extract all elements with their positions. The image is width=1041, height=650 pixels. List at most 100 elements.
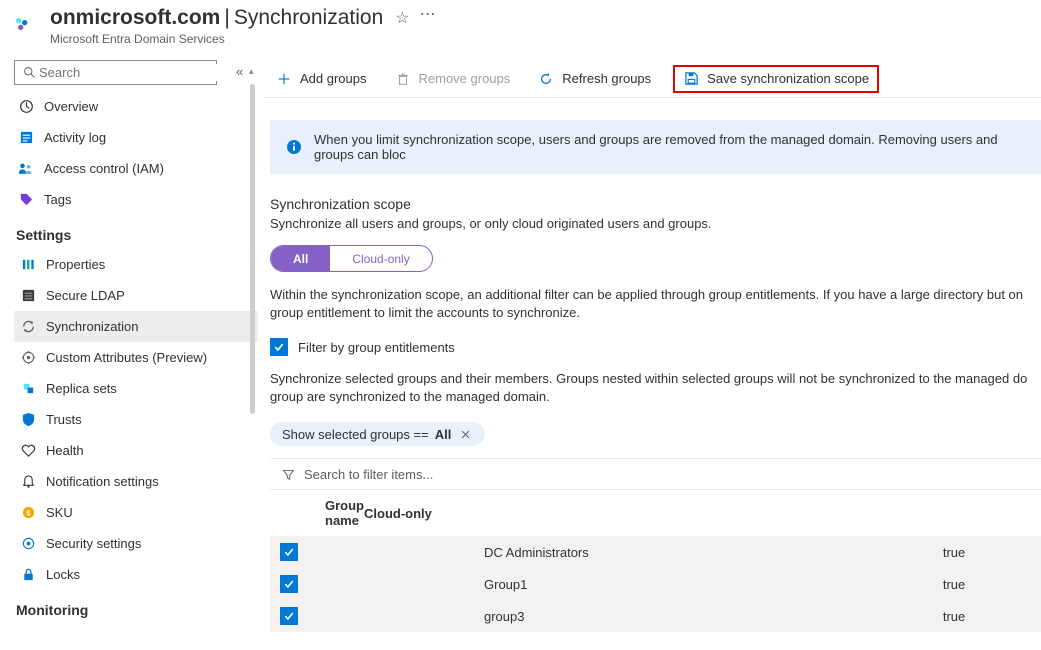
entra-logo-icon (14, 16, 30, 32)
table-filter-placeholder: Search to filter items... (304, 467, 433, 482)
sidebar-heading-monitoring: Monitoring (14, 590, 258, 624)
toolbar-label: Save synchronization scope (707, 71, 869, 86)
trash-icon (395, 71, 411, 87)
activity-log-icon (18, 130, 34, 146)
remove-groups-button: Remove groups (389, 67, 517, 91)
service-subtitle: Microsoft Entra Domain Services (50, 32, 1041, 46)
sidebar-item-tags[interactable]: Tags (14, 184, 258, 215)
scope-toggle-cloud-only[interactable]: Cloud-only (330, 246, 431, 271)
replica-sets-icon (20, 381, 36, 397)
sidebar-item-security-settings[interactable]: Security settings (14, 528, 258, 559)
checkmark-icon (273, 341, 285, 353)
save-sync-scope-button[interactable]: Save synchronization scope (673, 65, 879, 93)
sidebar-label: Custom Attributes (Preview) (46, 350, 207, 365)
checkmark-icon (283, 578, 295, 590)
refresh-icon (538, 71, 554, 87)
sidebar-label: Overview (44, 99, 98, 114)
lock-icon (20, 567, 36, 583)
search-icon (21, 65, 37, 81)
sidebar-item-trusts[interactable]: Trusts (14, 404, 258, 435)
sidebar-label: Secure LDAP (46, 288, 125, 303)
sidebar-heading-settings: Settings (14, 215, 258, 249)
col-header-cloud-only[interactable]: Cloud-only (364, 490, 484, 536)
refresh-groups-button[interactable]: Refresh groups (532, 67, 657, 91)
sidebar-label: Health (46, 443, 84, 458)
table-filter-input[interactable]: Search to filter items... (270, 458, 1041, 490)
checkmark-icon (283, 610, 295, 622)
col-header-group-name[interactable]: Group name (270, 490, 364, 536)
row-checkbox[interactable] (280, 575, 298, 593)
sidebar-item-notification-settings[interactable]: Notification settings (14, 466, 258, 497)
sidebar-item-synchronization[interactable]: Synchronization (14, 311, 258, 342)
sidebar-item-health[interactable]: Health (14, 435, 258, 466)
scope-desc: Synchronize all users and groups, or onl… (270, 216, 1041, 231)
sidebar-item-secure-ldap[interactable]: Secure LDAP (14, 280, 258, 311)
sidebar-label: Security settings (46, 536, 141, 551)
table-row[interactable]: group3true (270, 600, 1041, 632)
page-title-domain: onmicrosoft.com (50, 6, 220, 30)
favorite-star-icon[interactable]: ☆ (395, 8, 409, 28)
sidebar-label: Trusts (46, 412, 82, 427)
cell-group-name: Group1 (484, 568, 943, 600)
custom-attributes-icon (20, 350, 36, 366)
toolbar-label: Refresh groups (562, 71, 651, 86)
scrollbar-up-arrow[interactable]: ▴ (249, 66, 254, 77)
sidebar-label: Activity log (44, 130, 106, 145)
scope-toggle[interactable]: All Cloud-only (270, 245, 433, 272)
sidebar-item-overview[interactable]: Overview (14, 91, 258, 122)
chip-clear-icon[interactable] (457, 426, 473, 442)
sidebar-item-locks[interactable]: Locks (14, 559, 258, 590)
scope-body: Within the synchronization scope, an add… (270, 286, 1041, 322)
sku-icon: $ (20, 505, 36, 521)
secure-ldap-icon (20, 288, 36, 304)
filter-by-group-checkbox[interactable] (270, 338, 288, 356)
more-actions-icon[interactable]: ⋯ (420, 4, 436, 24)
sync-icon (20, 319, 36, 335)
sidebar-item-activity-log[interactable]: Activity log (14, 122, 258, 153)
properties-icon (20, 257, 36, 273)
plus-icon (276, 71, 292, 87)
sidebar-item-custom-attributes[interactable]: Custom Attributes (Preview) (14, 342, 258, 373)
filter-chip-selected-groups[interactable]: Show selected groups == All (270, 422, 485, 446)
sidebar-item-replica-sets[interactable]: Replica sets (14, 373, 258, 404)
toolbar-label: Remove groups (419, 71, 511, 86)
checkmark-icon (283, 546, 295, 558)
selected-groups-desc: Synchronize selected groups and their me… (270, 370, 1041, 406)
row-checkbox[interactable] (280, 543, 298, 561)
sidebar-search[interactable] (14, 60, 217, 85)
sidebar-search-input[interactable] (37, 64, 217, 81)
table-row[interactable]: Group1true (270, 568, 1041, 600)
cell-cloud-only: true (943, 568, 1041, 600)
row-checkbox[interactable] (280, 607, 298, 625)
cell-cloud-only: true (943, 536, 1041, 568)
sidebar-label: Replica sets (46, 381, 117, 396)
cell-cloud-only: true (943, 600, 1041, 632)
sidebar-item-sku[interactable]: $ SKU (14, 497, 258, 528)
toolbar-label: Add groups (300, 71, 367, 86)
sidebar-item-iam[interactable]: Access control (IAM) (14, 153, 258, 184)
sidebar-item-properties[interactable]: Properties (14, 249, 258, 280)
groups-table: Group name Cloud-only DC Administratorst… (270, 490, 1041, 632)
chip-text-prefix: Show selected groups == (282, 427, 429, 442)
sidebar-label: Properties (46, 257, 105, 272)
bell-icon (20, 474, 36, 490)
table-row[interactable]: DC Administratorstrue (270, 536, 1041, 568)
sidebar-label: Locks (46, 567, 80, 582)
sidebar-label: Access control (IAM) (44, 161, 164, 176)
sidebar-scrollbar[interactable] (250, 84, 255, 414)
chip-text-value: All (435, 427, 452, 442)
filter-by-group-label: Filter by group entitlements (298, 340, 455, 355)
scope-title: Synchronization scope (270, 196, 1041, 212)
info-banner-text: When you limit synchronization scope, us… (314, 132, 1025, 162)
gear-icon (20, 536, 36, 552)
add-groups-button[interactable]: Add groups (270, 67, 373, 91)
cell-group-name: group3 (484, 600, 943, 632)
sidebar-label: Notification settings (46, 474, 159, 489)
sidebar-label: Tags (44, 192, 71, 207)
iam-icon (18, 161, 34, 177)
scope-toggle-all[interactable]: All (271, 246, 330, 271)
tags-icon (18, 192, 34, 208)
info-icon (286, 139, 302, 155)
page-title-sep: | (224, 6, 229, 30)
collapse-sidebar-icon[interactable]: « (236, 64, 243, 79)
